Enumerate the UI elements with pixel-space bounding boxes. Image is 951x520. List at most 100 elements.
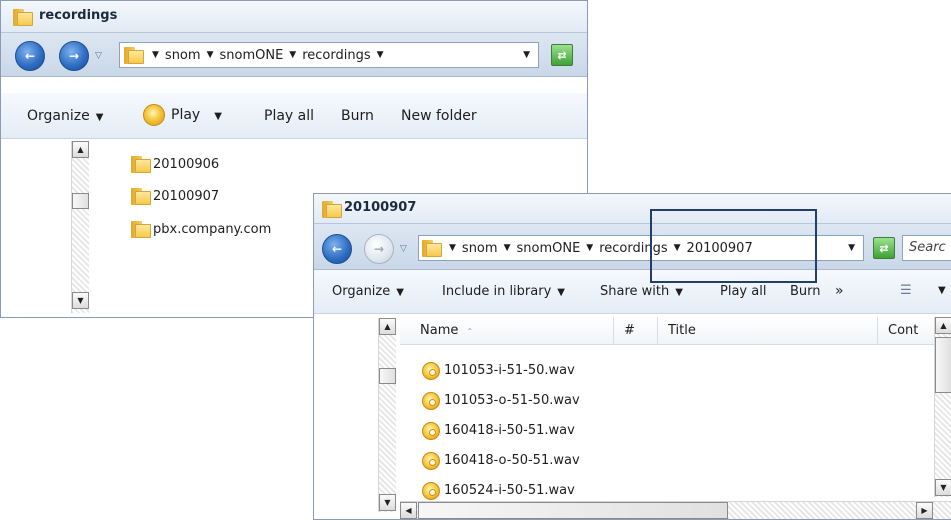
breadcrumb-arrow-icon[interactable]: ▼ [586, 243, 593, 253]
back-button[interactable]: ← [322, 234, 352, 264]
play-icon [143, 104, 165, 126]
scroll-down-button[interactable]: ▼ [379, 494, 396, 511]
folder-icon [13, 9, 33, 26]
scroll-down-button[interactable]: ▼ [935, 479, 951, 496]
scroll-thumb[interactable] [418, 502, 728, 519]
folder-icon [131, 188, 151, 205]
audio-file-icon [422, 422, 440, 440]
navigation-pane-scrollbar[interactable]: ▲ ▼ [71, 141, 89, 313]
address-bar[interactable]: ▼ snom ▼ snomONE ▼ recordings ▼ 20100907… [418, 235, 864, 261]
list-item[interactable]: pbx.company.com [131, 221, 331, 241]
table-row[interactable]: 160418-o-50-51.wav [422, 452, 622, 472]
breadcrumb-arrow-icon[interactable]: ▼ [674, 243, 681, 253]
scroll-thumb[interactable] [935, 337, 951, 393]
organize-label: Organize [332, 284, 391, 299]
breadcrumb-recordings[interactable]: recordings [599, 241, 667, 256]
audio-file-icon [422, 392, 440, 410]
organize-menu[interactable]: Organize ▼ [27, 108, 103, 124]
navigation-bar: ← → ▽ ▼ snom ▼ snomONE ▼ recordings ▼ ▼ … [1, 33, 587, 77]
recent-pages-dropdown-icon[interactable]: ▽ [95, 51, 102, 61]
file-name: 160524-i-50-51.wav [444, 483, 575, 498]
refresh-button[interactable]: ⇄ [873, 237, 895, 259]
scroll-thumb[interactable] [72, 193, 89, 209]
table-row[interactable]: 160524-i-50-51.wav [422, 482, 622, 502]
breadcrumb-arrow-icon[interactable]: ▼ [449, 243, 456, 253]
breadcrumb-snom[interactable]: snom [165, 48, 201, 63]
forward-button[interactable]: → [59, 41, 89, 71]
audio-file-icon [422, 482, 440, 500]
scroll-up-button[interactable]: ▲ [72, 141, 89, 158]
breadcrumb-snom[interactable]: snom [462, 241, 498, 256]
dropdown-arrow-icon: ▼ [675, 287, 683, 298]
column-header-name[interactable]: Name ⌃ [400, 317, 614, 345]
dropdown-arrow-icon: ▼ [214, 111, 222, 122]
column-header-number[interactable]: # [614, 317, 658, 345]
scroll-left-button[interactable]: ◀ [400, 502, 417, 519]
command-bar: Organize ▼ Play ▼ Play all Burn New folder [1, 93, 587, 139]
list-item[interactable]: 20100906 [131, 156, 331, 176]
folder-name: pbx.company.com [153, 222, 272, 237]
file-list-horizontal-scrollbar[interactable]: ◀ ▶ [400, 501, 951, 519]
scroll-right-button[interactable]: ▶ [916, 502, 933, 519]
refresh-button[interactable]: ⇄ [551, 44, 573, 66]
breadcrumb-arrow-icon[interactable]: ▼ [207, 50, 214, 60]
command-bar: Organize ▼ Include in library ▼ Share with… [314, 270, 951, 314]
play-label: Play [171, 107, 201, 123]
burn-button[interactable]: Burn [790, 284, 821, 299]
breadcrumb-recordings[interactable]: recordings [302, 48, 370, 63]
title-bar[interactable]: recordings [1, 1, 587, 33]
dropdown-arrow-icon[interactable]: ▼ [938, 285, 946, 296]
scroll-up-button[interactable]: ▲ [379, 318, 396, 335]
folder-icon [131, 221, 151, 238]
recent-pages-dropdown-icon[interactable]: ▽ [400, 244, 407, 254]
audio-file-icon [422, 452, 440, 470]
window-title: 20100907 [344, 200, 417, 215]
file-name: 160418-i-50-51.wav [444, 423, 575, 438]
breadcrumb-arrow-icon[interactable]: ▼ [289, 50, 296, 60]
breadcrumb-snomone[interactable]: snomONE [516, 241, 580, 256]
burn-button[interactable]: Burn [341, 108, 374, 124]
table-row[interactable]: 160418-i-50-51.wav [422, 422, 622, 442]
more-commands-button[interactable]: » [835, 283, 844, 299]
window-title: recordings [39, 8, 118, 23]
column-header-contributing-artists[interactable]: Cont [878, 317, 934, 345]
play-menu[interactable]: Play ▼ [143, 104, 222, 126]
view-options-icon[interactable]: ☰ [900, 283, 912, 298]
organize-menu[interactable]: Organize ▼ [332, 284, 404, 299]
file-name: 101053-i-51-50.wav [444, 363, 575, 378]
scroll-thumb[interactable] [379, 368, 396, 384]
front-explorer-window: 20100907 ← → ▽ ▼ snom ▼ snomONE ▼ record… [313, 193, 951, 520]
breadcrumb-arrow-icon[interactable]: ▼ [377, 50, 384, 60]
back-button[interactable]: ← [15, 41, 45, 71]
play-all-button[interactable]: Play all [720, 284, 766, 299]
folder-icon [322, 201, 342, 218]
file-list-scrollbar[interactable]: ▲ ▼ [934, 317, 951, 497]
address-bar[interactable]: ▼ snom ▼ snomONE ▼ recordings ▼ ▼ [119, 42, 539, 68]
breadcrumb-arrow-icon[interactable]: ▼ [504, 243, 511, 253]
title-bar[interactable]: 20100907 [314, 194, 951, 224]
folder-name: 20100906 [153, 157, 220, 172]
breadcrumb-arrow-icon[interactable]: ▼ [152, 50, 159, 60]
breadcrumb-snomone[interactable]: snomONE [219, 48, 283, 63]
table-row[interactable]: 101053-i-51-50.wav [422, 362, 622, 382]
list-item[interactable]: 20100907 [131, 188, 331, 208]
dropdown-arrow-icon: ▼ [557, 287, 565, 298]
scroll-up-button[interactable]: ▲ [935, 317, 951, 334]
table-row[interactable]: 101053-o-51-50.wav [422, 392, 622, 412]
new-folder-button[interactable]: New folder [401, 108, 477, 124]
forward-button[interactable]: → [364, 234, 394, 264]
navigation-pane-scrollbar[interactable]: ▲ ▼ [378, 318, 396, 512]
scroll-down-button[interactable]: ▼ [72, 292, 89, 309]
address-dropdown-icon[interactable]: ▼ [523, 50, 530, 60]
folder-name: 20100907 [153, 189, 220, 204]
play-all-button[interactable]: Play all [264, 108, 314, 124]
file-name: 160418-o-50-51.wav [444, 453, 580, 468]
breadcrumb-20100907[interactable]: 20100907 [687, 241, 753, 256]
column-header-title[interactable]: Title [658, 317, 878, 345]
address-dropdown-icon[interactable]: ▼ [848, 243, 855, 253]
include-in-library-menu[interactable]: Include in library ▼ [442, 284, 565, 299]
share-with-menu[interactable]: Share with ▼ [600, 284, 683, 299]
share-with-label: Share with [600, 284, 670, 299]
search-input[interactable]: Searc [902, 235, 951, 261]
dropdown-arrow-icon: ▼ [396, 287, 404, 298]
